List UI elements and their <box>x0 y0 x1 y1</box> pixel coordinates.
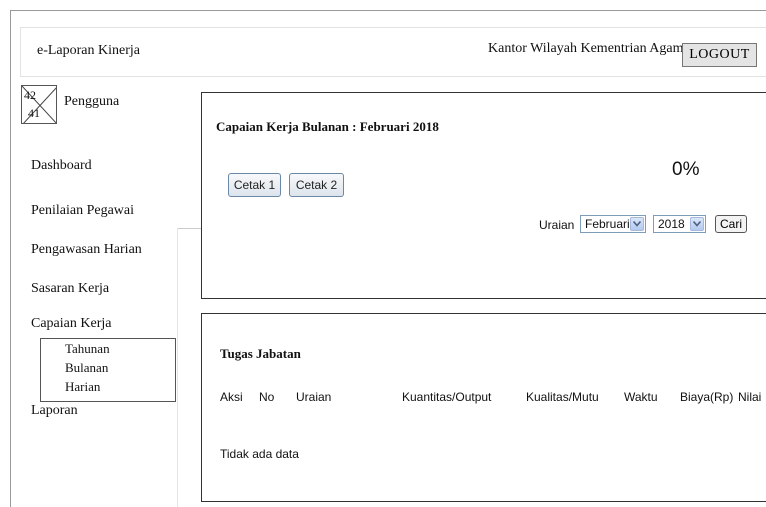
month-select-value: Februari <box>585 217 630 231</box>
column-header-waktu: Waktu <box>624 390 658 404</box>
frame-left-border <box>10 10 11 507</box>
avatar: 42 41 <box>21 85 57 124</box>
year-select[interactable]: 2018 <box>653 215 706 233</box>
sidebar-item-penilaian-pegawai[interactable]: Penilaian Pegawai <box>31 203 134 219</box>
column-header-uraian: Uraian <box>296 390 332 404</box>
tugas-jabatan-title: Tugas Jabatan <box>220 346 301 361</box>
submenu-item-tahunan[interactable]: Tahunan <box>65 341 110 357</box>
app-title: e-Laporan Kinerja <box>37 43 140 58</box>
cari-button[interactable]: Cari <box>715 215 747 233</box>
frame-top-border <box>10 10 766 11</box>
submenu-item-bulanan[interactable]: Bulanan <box>65 360 108 376</box>
organization-name: Kantor Wilayah Kementrian Agama <box>488 41 690 56</box>
empty-table-message: Tidak ada data <box>220 447 299 461</box>
year-select-value: 2018 <box>658 217 685 231</box>
avatar-height-label: 41 <box>28 106 40 120</box>
sidebar-right-border <box>177 228 178 507</box>
column-header-kuantitas-output: Kuantitas/Output <box>402 390 492 404</box>
sidebar-item-pengawasan-harian[interactable]: Pengawasan Harian <box>31 242 142 258</box>
sidebar-divider <box>177 228 201 229</box>
chevron-down-icon <box>690 217 704 231</box>
percent-value: 0% <box>672 159 700 180</box>
sidebar-item-laporan[interactable]: Laporan <box>31 403 78 419</box>
sidebar-item-sasaran-kerja[interactable]: Sasaran Kerja <box>31 281 109 297</box>
column-header-no: No <box>259 390 275 404</box>
summary-panel-title: Capaian Kerja Bulanan : Februari 2018 <box>216 119 439 134</box>
header-bar: e-Laporan Kinerja Kantor Wilayah Kementr… <box>20 27 766 77</box>
capaian-kerja-submenu: Tahunan Bulanan Harian <box>40 338 176 402</box>
column-header-biaya: Biaya(Rp) <box>680 390 734 404</box>
logout-button[interactable]: LOGOUT <box>682 43 757 67</box>
cetak-2-button[interactable]: Cetak 2 <box>289 173 344 197</box>
tugas-jabatan-panel: Tugas Jabatan Aksi No Uraian Kuantitas/O… <box>201 313 766 502</box>
chevron-down-icon <box>630 217 644 231</box>
column-header-aksi: Aksi <box>220 390 243 404</box>
uraian-label: Uraian <box>539 218 575 232</box>
month-select[interactable]: Februari <box>580 215 646 233</box>
sidebar-item-capaian-kerja[interactable]: Capaian Kerja <box>31 316 111 332</box>
column-header-nilai: Nilai <box>738 390 762 404</box>
avatar-width-label: 42 <box>24 88 36 102</box>
sidebar-item-dashboard[interactable]: Dashboard <box>31 158 92 174</box>
submenu-item-harian[interactable]: Harian <box>65 379 100 395</box>
cetak-1-button[interactable]: Cetak 1 <box>228 173 281 197</box>
column-header-kualitas-mutu: Kualitas/Mutu <box>526 390 599 404</box>
user-label: Pengguna <box>64 94 120 109</box>
summary-panel: Capaian Kerja Bulanan : Februari 2018 Ce… <box>201 92 766 299</box>
